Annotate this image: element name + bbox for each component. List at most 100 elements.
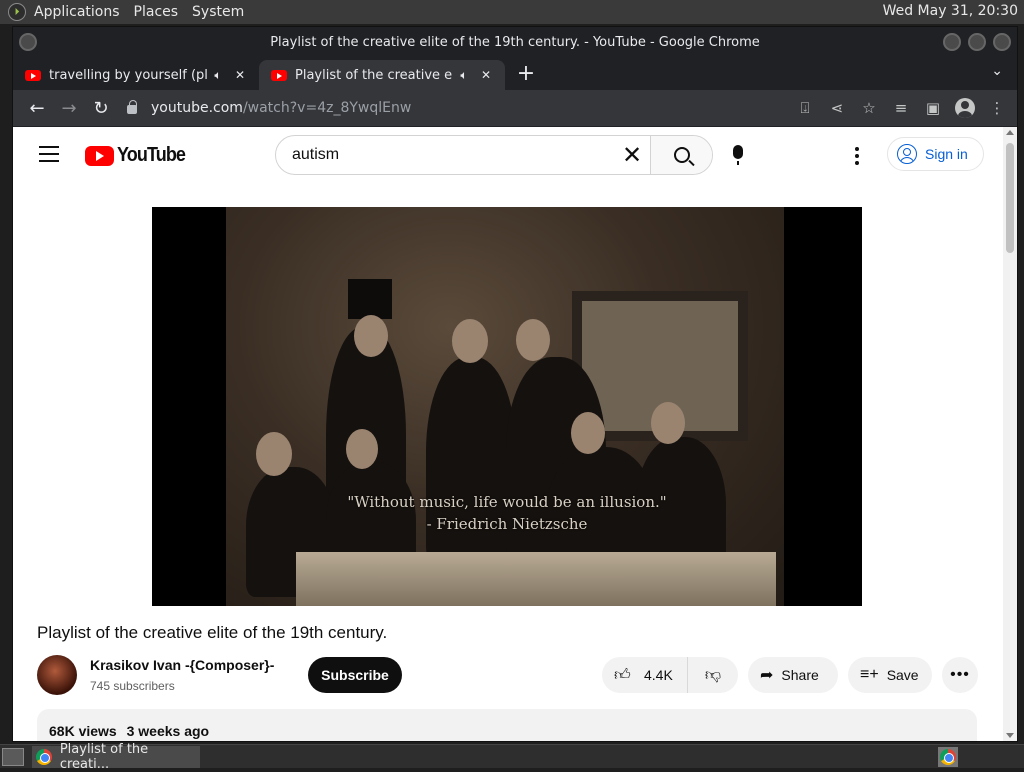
- url-domain: youtube.com: [151, 100, 243, 116]
- figure: [426, 357, 516, 567]
- tab-title: travelling by yourself (playlist): [49, 67, 207, 83]
- share-page-icon[interactable]: ⋖: [821, 92, 853, 124]
- subtitle-quote: "Without music, life would be an illusio…: [347, 493, 667, 511]
- tab-title: Playlist of the creative elite of the 19…: [295, 67, 453, 83]
- figure-head: [346, 429, 378, 469]
- minimize-icon[interactable]: [943, 33, 961, 51]
- media-control-icon[interactable]: ≡: [885, 92, 917, 124]
- tab-playlist-active[interactable]: Playlist of the creative elite of the 19…: [259, 60, 505, 90]
- figure-head: [571, 412, 605, 454]
- like-button[interactable]: 👍︎ 4.4K: [602, 657, 688, 693]
- scroll-down-arrow-icon[interactable]: [1006, 733, 1014, 738]
- audio-playing-icon[interactable]: 🔈︎: [453, 68, 475, 83]
- voice-search-mic-icon[interactable]: [733, 145, 743, 165]
- search-input[interactable]: [276, 136, 614, 174]
- menu-applications[interactable]: Applications: [34, 4, 120, 20]
- dislike-button[interactable]: 👎︎: [688, 666, 738, 685]
- url-path: /watch?v=4z_8YwqlEnw: [242, 100, 412, 116]
- window-menu-icon[interactable]: [19, 33, 37, 51]
- reload-button[interactable]: ↻: [85, 92, 117, 124]
- scroll-thumb[interactable]: [1006, 143, 1014, 253]
- system-logo-icon[interactable]: ⏵: [8, 3, 26, 21]
- add-to-playlist-icon: ≡+: [860, 666, 879, 683]
- account-icon: [897, 144, 917, 164]
- page-scrollbar[interactable]: [1003, 127, 1017, 741]
- tab-travelling[interactable]: travelling by yourself (playlist) 🔈︎ ✕: [13, 60, 259, 90]
- subscriber-count: 745 subscribers: [90, 679, 175, 693]
- close-tab-icon[interactable]: ✕: [475, 68, 497, 82]
- thumbs-down-icon: 👎︎: [704, 666, 722, 684]
- video-title: Playlist of the creative elite of the 19…: [37, 623, 388, 642]
- menu-system[interactable]: System: [192, 4, 244, 20]
- taskbar-window-title: Playlist of the creati...: [59, 741, 149, 772]
- window-titlebar[interactable]: Playlist of the creative elite of the 19…: [13, 27, 1017, 57]
- table: [296, 552, 776, 606]
- audio-playing-icon[interactable]: 🔈︎: [207, 68, 229, 83]
- video-player[interactable]: "Without music, life would be an illusio…: [152, 207, 862, 606]
- install-app-icon[interactable]: ⍗: [789, 92, 821, 124]
- channel-name[interactable]: Krasikov Ivan -{Composer}-: [90, 657, 274, 673]
- upload-age: 3 weeks ago: [126, 723, 210, 739]
- figure-head: [256, 432, 292, 476]
- close-window-icon[interactable]: [993, 33, 1011, 51]
- youtube-logo[interactable]: YouTube: [85, 144, 193, 167]
- figure-head: [651, 402, 685, 444]
- view-count: 68K views: [49, 723, 117, 739]
- browser-toolbar: ← → ↻ youtube.com/watch?v=4z_8YwqlEnw ⍗ …: [13, 90, 1017, 126]
- clear-search-icon[interactable]: ✕: [614, 136, 650, 174]
- youtube-favicon-icon: [271, 69, 287, 81]
- chrome-icon: [36, 748, 52, 765]
- window-title: Playlist of the creative elite of the 19…: [270, 34, 760, 50]
- clock[interactable]: Wed May 31, 20:30: [883, 3, 1018, 19]
- youtube-play-logo-icon: [85, 145, 114, 166]
- close-tab-icon[interactable]: ✕: [229, 68, 251, 82]
- youtube-wordmark: YouTube: [117, 144, 186, 166]
- browser-window: Playlist of the creative elite of the 19…: [12, 26, 1018, 742]
- figure-head: [452, 319, 488, 363]
- scroll-up-arrow-icon[interactable]: [1006, 130, 1014, 135]
- system-top-panel: ⏵ Applications Places System Wed May 31,…: [0, 0, 1024, 24]
- chrome-icon: [940, 749, 956, 765]
- subscribe-button[interactable]: Subscribe: [308, 657, 402, 693]
- back-button[interactable]: ←: [21, 92, 53, 124]
- like-dislike-group: 👍︎ 4.4K 👎︎: [602, 657, 738, 693]
- more-horizontal-icon: •••: [950, 666, 970, 683]
- profile-button[interactable]: [949, 92, 981, 124]
- address-bar[interactable]: youtube.com/watch?v=4z_8YwqlEnw: [127, 93, 767, 123]
- youtube-page: YouTube ✕ Sign in: [13, 127, 1017, 741]
- video-owner-row: Krasikov Ivan -{Composer}- 745 subscribe…: [37, 655, 987, 699]
- channel-avatar[interactable]: [37, 655, 77, 695]
- youtube-header: YouTube ✕ Sign in: [13, 127, 1017, 183]
- search-box: ✕: [275, 135, 713, 175]
- new-tab-button[interactable]: +: [511, 61, 541, 86]
- save-button[interactable]: ≡+ Save: [848, 657, 932, 693]
- show-desktop-icon[interactable]: [2, 747, 24, 766]
- chrome-menu-icon[interactable]: ⋮: [981, 92, 1013, 124]
- tab-search-chevron-icon[interactable]: ⌄: [991, 63, 1003, 79]
- bookmark-star-icon[interactable]: ☆: [853, 92, 885, 124]
- lock-icon[interactable]: [127, 100, 137, 114]
- thumbs-up-icon: 👍︎: [614, 666, 631, 684]
- subtitle-author: - Friedrich Nietzsche: [426, 515, 588, 533]
- maximize-icon[interactable]: [968, 33, 986, 51]
- description-box[interactable]: 68K views 3 weeks ago: [37, 709, 977, 741]
- settings-kebab-icon[interactable]: [855, 147, 859, 168]
- share-button[interactable]: ➦ Share: [748, 657, 838, 693]
- side-panel-icon[interactable]: ▣: [917, 92, 949, 124]
- figure-head: [354, 315, 388, 357]
- search-icon: [673, 147, 690, 163]
- menu-places[interactable]: Places: [134, 4, 179, 20]
- taskbar-chrome-window[interactable]: Playlist of the creati...: [32, 742, 200, 772]
- tray-chrome-icon[interactable]: [938, 747, 958, 767]
- sign-in-button[interactable]: Sign in: [887, 137, 984, 171]
- profile-avatar-icon: [955, 98, 975, 118]
- bottom-taskbar: Playlist of the creati...: [0, 742, 1024, 772]
- search-button[interactable]: [650, 136, 712, 174]
- like-count: 4.4K: [644, 667, 673, 683]
- figure-head: [516, 319, 550, 361]
- forward-button[interactable]: →: [53, 92, 85, 124]
- sign-in-label: Sign in: [925, 146, 968, 162]
- share-label: Share: [781, 667, 819, 683]
- more-actions-button[interactable]: •••: [942, 657, 978, 693]
- guide-menu-icon[interactable]: [39, 146, 59, 162]
